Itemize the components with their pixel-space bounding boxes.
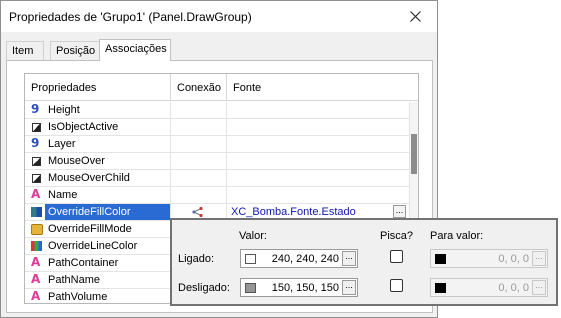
color-value: 0, 0, 0 (498, 253, 529, 265)
property-name: Layer (48, 138, 76, 150)
tab-posicao[interactable]: Posição (50, 41, 100, 61)
property-name: OverrideFillColor (48, 206, 131, 218)
close-icon (410, 11, 421, 22)
color-swatch (245, 283, 256, 293)
color-association-popup: Valor: Pisca? Para valor: Ligado: 240, 2… (170, 218, 558, 306)
ligado-para-valor-field: 0, 0, 0 ... (430, 249, 548, 268)
property-name: OverrideLineColor (48, 240, 138, 252)
property-name: MouseOver (48, 155, 105, 167)
pisca-header: Pisca? (380, 230, 414, 242)
color-type-icon (31, 241, 42, 251)
header-source[interactable]: Fonte (227, 74, 418, 101)
tab-label: Associações (105, 43, 167, 55)
color-picker-button: ... (532, 280, 546, 295)
boolean-type-icon (32, 123, 41, 132)
boolean-type-icon (32, 157, 41, 166)
color-picker-button: ... (532, 251, 546, 266)
number-type-icon: 9 (31, 102, 40, 116)
property-name: Name (48, 189, 78, 201)
para-valor-header: Para valor: (430, 230, 484, 242)
color-value: 150, 150, 150 (271, 282, 339, 294)
property-name: OverrideFillMode (48, 223, 132, 235)
color-swatch (435, 283, 446, 293)
desligado-label: Desligado: (178, 282, 230, 294)
valor-header: Valor: (239, 230, 267, 242)
table-row[interactable]: MouseOver (25, 153, 410, 170)
color-swatch (435, 254, 446, 264)
tab-associacoes[interactable]: Associações (99, 39, 171, 61)
header-connection[interactable]: Conexão (171, 74, 227, 101)
property-name: MouseOverChild (48, 172, 130, 184)
boolean-type-icon (32, 174, 41, 183)
table-row[interactable]: MouseOverChild (25, 170, 410, 187)
ligado-blink-checkbox[interactable] (390, 250, 403, 263)
color-picker-button[interactable]: ... (342, 251, 356, 266)
string-type-icon: A (31, 187, 41, 201)
string-type-icon: A (31, 272, 41, 286)
close-button[interactable] (395, 1, 437, 32)
ligado-label: Ligado: (178, 253, 215, 265)
source-value[interactable]: XC_Bomba.Fonte.Estado (231, 206, 356, 218)
scrollbar-thumb[interactable] (411, 134, 417, 174)
ligado-color-field[interactable]: 240, 240, 240 ... (240, 249, 358, 268)
string-type-icon: A (31, 255, 41, 269)
desligado-para-valor-field: 0, 0, 0 ... (430, 278, 548, 297)
color-value: 240, 240, 240 (271, 253, 339, 265)
string-type-icon: A (31, 289, 41, 303)
title-bar: Propriedades de 'Grupo1' (Panel.DrawGrou… (1, 1, 437, 32)
table-row[interactable]: 9 Layer (25, 136, 410, 153)
property-name: PathContainer (48, 257, 119, 269)
property-name: IsObjectActive (48, 121, 119, 133)
browse-button[interactable]: ... (393, 205, 406, 218)
tab-item[interactable]: Item (6, 41, 44, 61)
color-swatch (245, 254, 256, 264)
color-picker-button[interactable]: ... (342, 280, 356, 295)
property-name: PathName (48, 274, 100, 286)
header-properties[interactable]: Propriedades (25, 74, 171, 101)
table-row[interactable]: IsObjectActive (25, 119, 410, 136)
color-type-icon (31, 207, 42, 217)
tab-label: Posição (56, 45, 96, 57)
color-value: 0, 0, 0 (498, 282, 529, 294)
table-row[interactable]: 9 Height (25, 102, 410, 119)
desligado-color-field[interactable]: 150, 150, 150 ... (240, 278, 358, 297)
window-title: Propriedades de 'Grupo1' (Panel.DrawGrou… (9, 10, 252, 24)
desligado-blink-checkbox[interactable] (390, 279, 403, 292)
mode-type-icon (31, 224, 43, 235)
number-type-icon: 9 (31, 136, 40, 150)
grid-header: Propriedades Conexão Fonte (25, 74, 418, 101)
link-icon[interactable] (191, 206, 204, 218)
table-row[interactable]: A Name (25, 187, 410, 204)
tab-label: Item (12, 45, 34, 57)
property-name: PathVolume (48, 291, 108, 303)
property-name: Height (48, 104, 80, 116)
